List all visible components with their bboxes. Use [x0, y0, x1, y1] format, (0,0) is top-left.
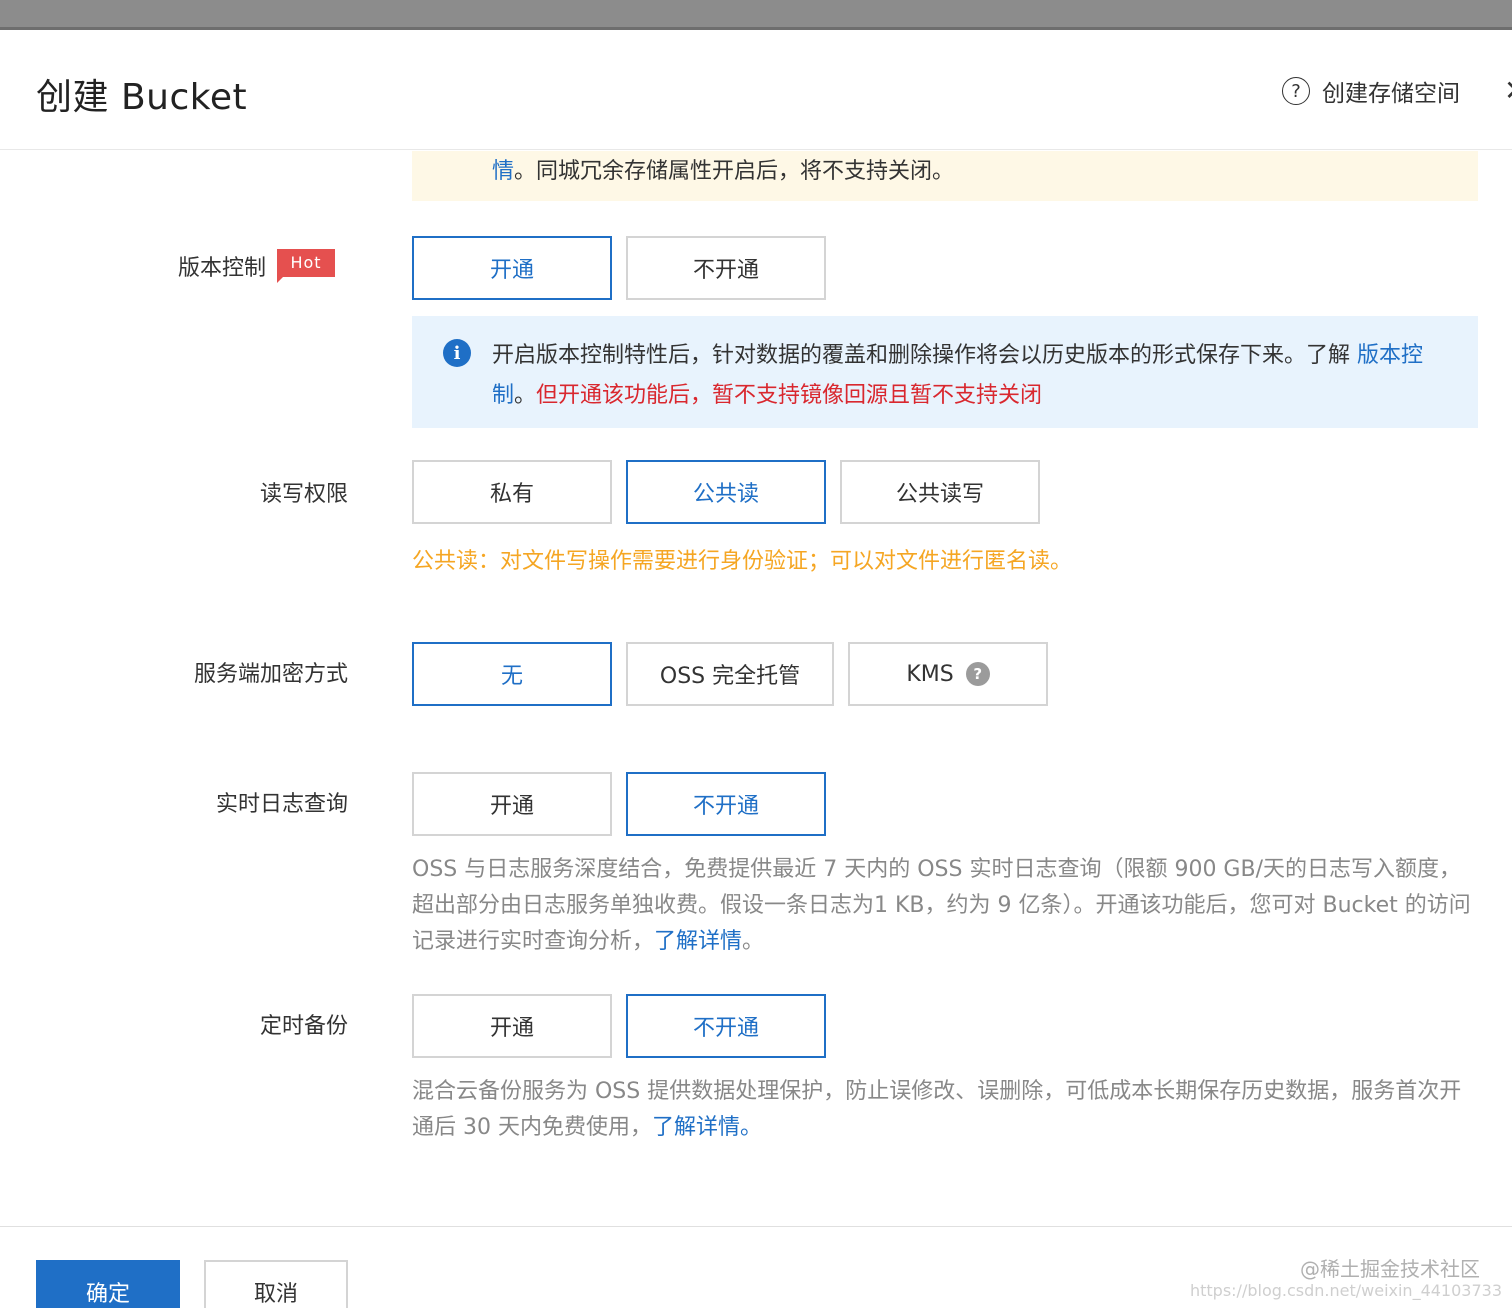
backup-option-on[interactable]: 开通: [412, 994, 612, 1058]
realtime-log-desc-end: 。: [742, 929, 765, 954]
acl-hint: 公共读：对文件写操作需要进行身份验证；可以对文件进行匿名读。: [412, 549, 1073, 574]
encryption-option-kms-label: KMS: [906, 661, 954, 687]
cancel-button[interactable]: 取消: [204, 1260, 348, 1308]
realtime-log-label: 实时日志查询: [215, 792, 348, 817]
versioning-option-off[interactable]: 不开通: [626, 236, 826, 300]
page-title: 创建 Bucket: [36, 77, 248, 118]
browser-backdrop: [0, 0, 1512, 30]
realtime-log-option-on[interactable]: 开通: [412, 772, 612, 836]
encryption-option-oss-managed[interactable]: OSS 完全托管: [626, 642, 834, 706]
backup-label: 定时备份: [259, 1014, 348, 1039]
watermark-url: https://blog.csdn.net/weixin_44103733: [1189, 1281, 1502, 1300]
backup-details-link[interactable]: 了解详情。: [652, 1115, 762, 1140]
versioning-label: 版本控制: [177, 256, 266, 281]
close-icon[interactable]: ✕: [1504, 76, 1512, 106]
acl-option-private[interactable]: 私有: [412, 460, 612, 524]
dialog-footer: 确定 取消 @稀土掘金技术社区 https://blog.csdn.net/we…: [0, 1226, 1512, 1308]
acl-option-public-read[interactable]: 公共读: [626, 460, 826, 524]
redundancy-details-link[interactable]: 情: [492, 159, 514, 184]
backup-desc: 混合云备份服务为 OSS 提供数据处理保护，防止误修改、误删除，可低成本长期保存…: [412, 1074, 1478, 1146]
realtime-log-details-link[interactable]: 了解详情: [654, 929, 742, 954]
redundancy-notice-text: 情。同城冗余存储属性开启后，将不支持关闭。: [492, 153, 954, 185]
encryption-label: 服务端加密方式: [193, 662, 348, 687]
versioning-info-box: i 开启版本控制特性后，针对数据的覆盖和删除操作将会以历史版本的形式保存下来。了…: [412, 316, 1478, 428]
versioning-option-on[interactable]: 开通: [412, 236, 612, 300]
dialog-header: 创建 Bucket ? 创建存储空间 ✕: [0, 30, 1512, 150]
acl-label: 读写权限: [259, 482, 348, 507]
encryption-option-kms[interactable]: KMS?: [848, 642, 1048, 706]
versioning-info-body: 开启版本控制特性后，针对数据的覆盖和删除操作将会以历史版本的形式保存下来。了解: [492, 343, 1357, 368]
watermark: @稀土掘金技术社区: [1300, 1257, 1480, 1281]
versioning-info-text: 开启版本控制特性后，针对数据的覆盖和删除操作将会以历史版本的形式保存下来。了解 …: [492, 336, 1432, 416]
versioning-info-sep: 。: [514, 383, 537, 408]
confirm-button[interactable]: 确定: [36, 1260, 180, 1308]
info-icon: i: [443, 339, 471, 367]
encryption-option-none[interactable]: 无: [412, 642, 612, 706]
hot-badge: Hot: [277, 249, 335, 283]
help-link-label: 创建存储空间: [1322, 81, 1460, 107]
question-icon[interactable]: ?: [965, 662, 990, 686]
redundancy-notice: 情。同城冗余存储属性开启后，将不支持关闭。: [412, 151, 1478, 201]
backup-desc-text: 混合云备份服务为 OSS 提供数据处理保护，防止误修改、误删除，可低成本长期保存…: [412, 1079, 1462, 1140]
form-body[interactable]: 情。同城冗余存储属性开启后，将不支持关闭。 版本控制 Hot 开通 不开通 i …: [0, 151, 1512, 1226]
backup-option-off[interactable]: 不开通: [626, 994, 826, 1058]
versioning-warning-text: 但开通该功能后，暂不支持镜像回源且暂不支持关闭: [536, 383, 1043, 408]
acl-option-public-read-write[interactable]: 公共读写: [840, 460, 1040, 524]
help-link[interactable]: ? 创建存储空间: [1282, 74, 1460, 108]
realtime-log-desc: OSS 与日志服务深度结合，免费提供最近 7 天内的 OSS 实时日志查询（限额…: [412, 852, 1478, 960]
question-circle-icon: ?: [1282, 77, 1310, 105]
redundancy-notice-body: 。同城冗余存储属性开启后，将不支持关闭。: [514, 159, 955, 184]
realtime-log-option-off[interactable]: 不开通: [626, 772, 826, 836]
realtime-log-desc-text: OSS 与日志服务深度结合，免费提供最近 7 天内的 OSS 实时日志查询（限额…: [412, 857, 1471, 954]
